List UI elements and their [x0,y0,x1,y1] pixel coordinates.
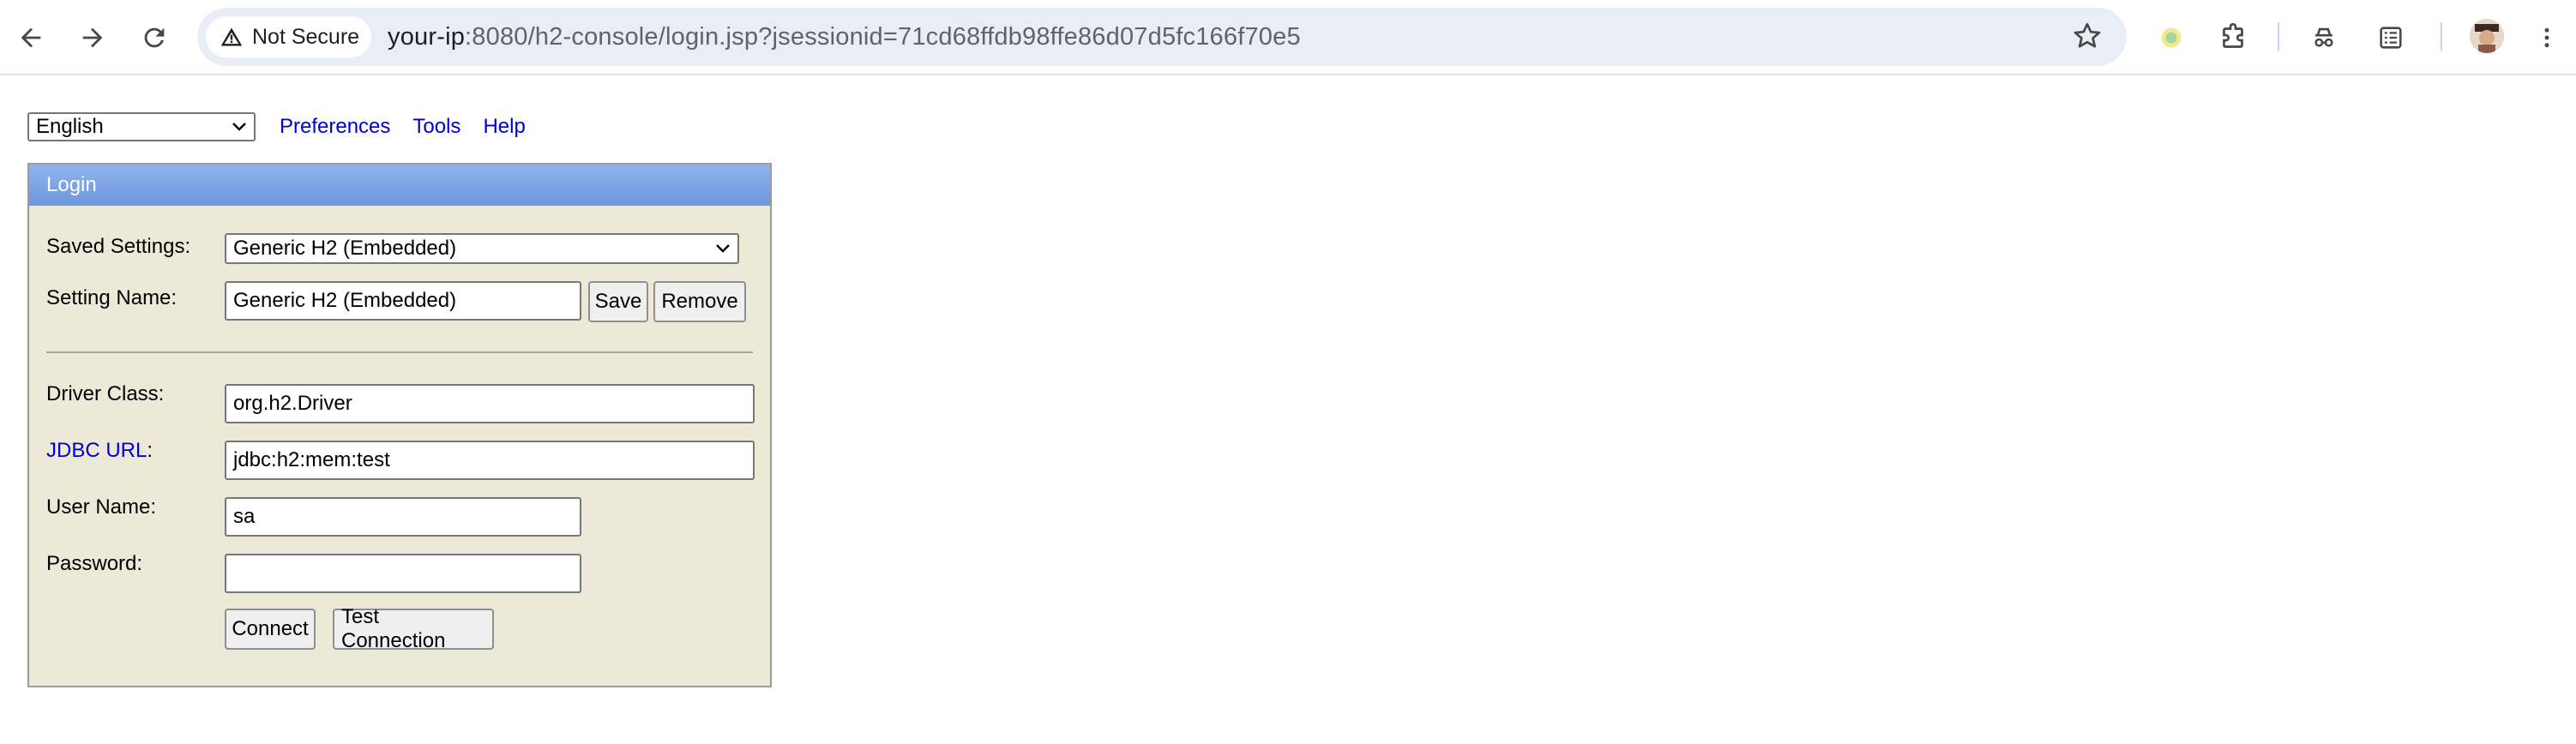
language-select[interactable]: English [27,112,256,141]
login-panel-title: Login [29,165,770,206]
url-path: :8080/h2-console/login.jsp?jsessionid=71… [465,23,1301,51]
user-name-label: User Name: [46,495,157,519]
incognito-button[interactable] [2302,15,2346,60]
avatar[interactable] [2470,19,2504,53]
save-button[interactable]: Save [588,281,648,322]
star-icon [2073,22,2101,48]
jdbc-url-label: JDBC URL: [46,439,153,463]
more-vert-icon [2544,27,2549,48]
url-host: your-ip [388,23,466,51]
h2-console-page: English Preferences Tools Help Login Sav… [0,75,2576,744]
bookmark-button[interactable] [2072,21,2103,56]
tools-link[interactable]: Tools [412,115,460,139]
help-link[interactable]: Help [483,115,525,139]
user-name-input[interactable]: sa [225,497,581,537]
extensions-button[interactable] [2211,15,2255,60]
remove-button[interactable]: Remove [653,281,746,322]
jdbc-url-link[interactable]: JDBC URL [46,439,147,462]
url-text[interactable]: your-ip:8080/h2-console/login.jsp?jsessi… [388,8,1301,66]
login-panel: Login Saved Settings: Generic H2 (Embedd… [27,163,772,687]
reading-list-icon [2380,27,2402,49]
saved-settings-select[interactable]: Generic H2 (Embedded) [225,233,739,264]
site-security-chip[interactable]: Not Secure [206,16,372,57]
extension-status-button[interactable] [2149,15,2194,60]
forward-button[interactable] [70,15,115,60]
profile-picture-icon [2470,19,2504,53]
jdbc-url-colon: : [147,439,153,462]
puzzle-icon [2223,22,2243,48]
saved-settings-label: Saved Settings: [46,235,191,258]
preferences-link[interactable]: Preferences [280,115,390,139]
toolbar-divider [2441,22,2442,51]
incognito-icon [2314,27,2333,47]
setting-name-label: Setting Name: [46,286,178,309]
back-arrow-icon [21,27,41,48]
toolbar-divider [2278,22,2279,51]
test-connection-button[interactable]: Test Connection [333,605,494,652]
password-label: Password: [46,552,143,575]
driver-class-input[interactable]: org.h2.Driver [225,384,755,423]
browser-menu-button[interactable] [2525,15,2569,60]
top-navigation: English Preferences Tools Help [27,110,526,144]
reload-icon [144,27,165,48]
forward-arrow-icon [82,27,103,48]
reading-list-button[interactable] [2368,15,2413,60]
security-label: Not Secure [252,24,360,49]
connect-button[interactable]: Connect [225,609,316,650]
saved-settings-value: Generic H2 (Embedded) [233,237,457,260]
language-selected-value: English [36,115,104,138]
browser-toolbar: Not Secure your-ip:8080/h2-console/login… [0,0,2576,75]
extension-dot-icon [2161,27,2182,48]
password-input[interactable] [225,554,581,593]
jdbc-url-input[interactable]: jdbc:h2:mem:test [225,441,755,480]
chevron-down-icon [716,244,730,253]
reload-button[interactable] [132,15,177,60]
warning-icon [220,27,243,46]
back-button[interactable] [9,15,53,60]
chevron-down-icon [232,123,246,131]
divider [46,351,753,353]
address-bar[interactable]: Not Secure your-ip:8080/h2-console/login… [197,8,2127,66]
setting-name-input[interactable]: Generic H2 (Embedded) [225,281,581,321]
driver-class-label: Driver Class: [46,382,165,405]
